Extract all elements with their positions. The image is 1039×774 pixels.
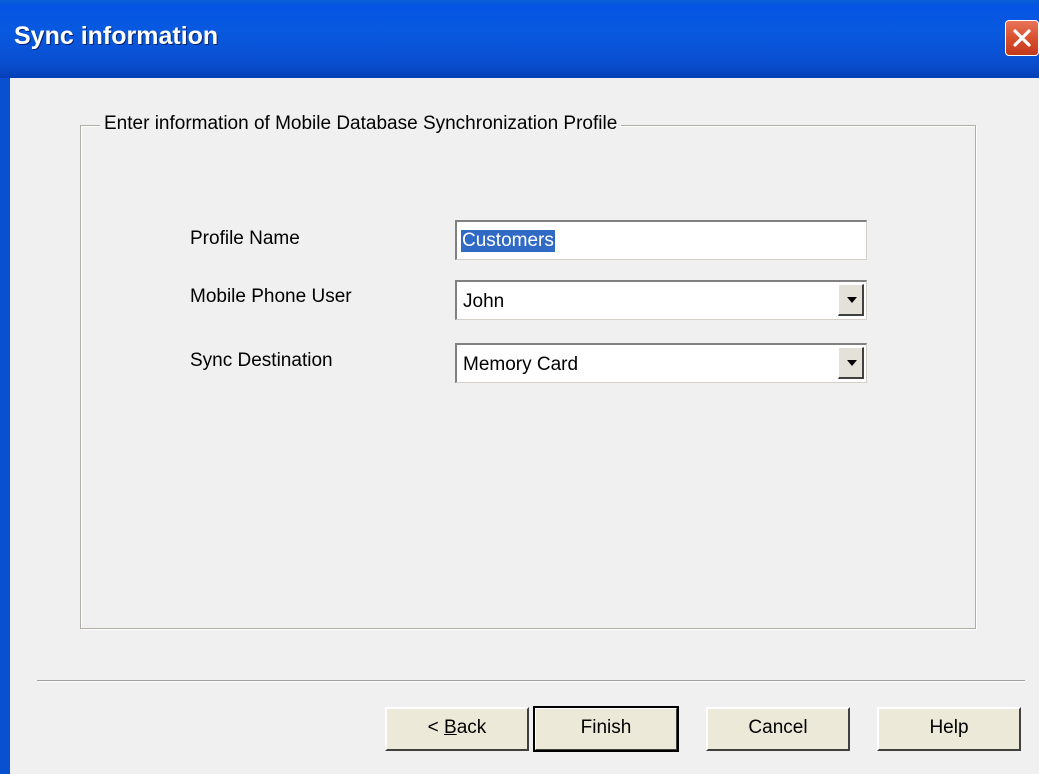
mobile-phone-user-dropdown[interactable]: John — [455, 280, 867, 320]
help-label: Help — [929, 717, 969, 738]
back-button[interactable]: < Back — [385, 707, 529, 751]
profile-name-input[interactable]: Customers — [455, 220, 867, 260]
back-label-prefix: < — [427, 717, 445, 738]
back-label-rest: ack — [456, 717, 487, 738]
mobile-phone-user-label: Mobile Phone User — [190, 286, 352, 307]
help-button[interactable]: Help — [877, 707, 1021, 751]
mobile-phone-user-dropdown-button[interactable] — [838, 284, 864, 316]
sync-destination-value: Memory Card — [463, 354, 579, 375]
cancel-label: Cancel — [748, 717, 808, 738]
dialog-window: Sync information Enter information of Mo… — [0, 0, 1039, 774]
finish-button[interactable]: Finish — [533, 706, 679, 752]
profile-name-selected-text: Customers — [461, 230, 555, 252]
mobile-phone-user-value: John — [463, 291, 505, 312]
title-bar[interactable]: Sync information — [0, 0, 1039, 78]
sync-destination-label: Sync Destination — [190, 350, 333, 371]
button-separator — [37, 680, 1025, 682]
profile-name-label: Profile Name — [190, 228, 300, 249]
sync-destination-dropdown[interactable]: Memory Card — [455, 343, 867, 383]
finish-label: Finish — [580, 717, 632, 738]
sync-destination-dropdown-button[interactable] — [838, 347, 864, 379]
group-box-legend: Enter information of Mobile Database Syn… — [100, 113, 622, 135]
back-label-accelerator: B — [444, 717, 457, 738]
window-title: Sync information — [14, 22, 219, 50]
cancel-button[interactable]: Cancel — [706, 707, 850, 751]
close-button[interactable] — [1005, 20, 1039, 56]
window-frame-left — [0, 78, 10, 774]
